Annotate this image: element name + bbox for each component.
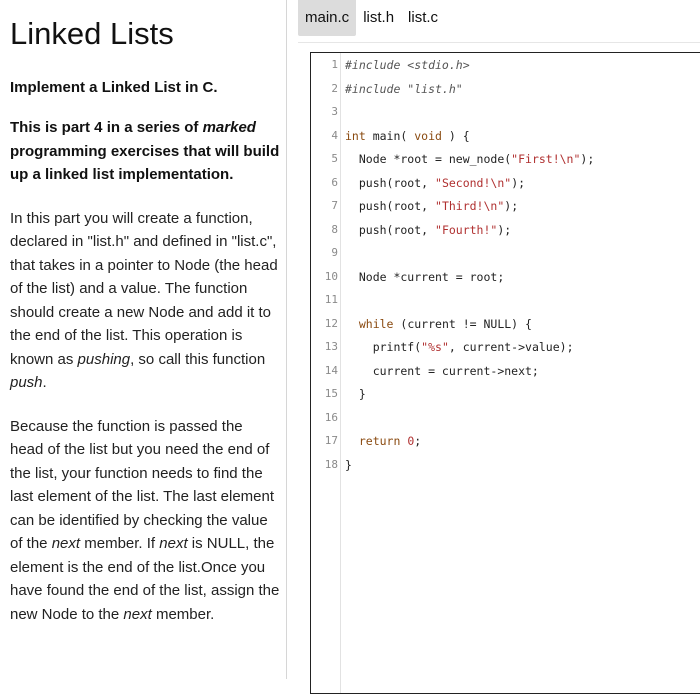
tab-main-c[interactable]: main.c	[298, 0, 357, 36]
intro-emphasis: marked	[202, 119, 256, 136]
line-number-gutter: 1 2 3 4 5 6 7 8 9 10 11 12 13 14 15 16 17 18	[311, 53, 341, 693]
code-token: );	[511, 175, 526, 190]
line-number: 5	[331, 152, 338, 165]
code-line: Node *root = new_node("First!\n");	[345, 152, 594, 166]
code-line: }	[345, 387, 366, 401]
code-token: return	[358, 434, 401, 448]
code-token: "Third!\n"	[435, 199, 505, 213]
code-token: );	[497, 222, 512, 237]
line-number: 18	[324, 457, 338, 471]
line-number: 17	[324, 434, 338, 447]
code-line: return 0;	[345, 434, 421, 448]
code-line: #include "list.h"	[345, 82, 463, 96]
code-line: push(root, "Fourth!");	[345, 223, 511, 237]
line-number: 10	[324, 269, 338, 283]
line-number: 15	[324, 387, 338, 400]
p1-text-e: .	[42, 374, 47, 391]
code-editor[interactable]: 1 2 3 4 5 6 7 8 9 10 11 12 13 14 15 16 17 18 #include <st…	[310, 52, 700, 694]
code-line: Node *current = root;	[345, 270, 504, 284]
p2-emphasis-next-1: next	[51, 535, 81, 552]
code-token: push(root,	[345, 175, 436, 190]
line-number: 1	[331, 58, 338, 71]
line-number: 9	[331, 246, 338, 259]
line-number: 7	[331, 199, 338, 212]
code-token: void	[414, 128, 442, 143]
code-token: , current->value);	[448, 340, 574, 354]
p1-emphasis-push: push	[10, 374, 43, 391]
p1-emphasis-pushing: pushing	[77, 350, 131, 368]
line-number: 11	[324, 293, 338, 306]
code-token: "First!\n"	[511, 152, 581, 166]
code-line: int main( void ) {	[345, 129, 470, 143]
p1-text-c: , so call this function	[130, 350, 266, 368]
code-token: "%s"	[421, 340, 449, 354]
line-number: 8	[331, 222, 338, 236]
code-token: }	[345, 387, 366, 401]
code-token: printf(	[345, 340, 422, 354]
tab-list-c[interactable]: list.c	[401, 0, 445, 36]
p2-emphasis-next-2: next	[159, 535, 188, 552]
code-token: int	[345, 128, 366, 143]
code-line: printf("%s", current->value);	[345, 340, 574, 354]
editor-panel: main.c list.h list.c 1 2 3 4 5 6 7 8 9 10 11 12 13 14…	[288, 0, 700, 694]
code-line: while (current != NULL) {	[345, 317, 532, 331]
tab-divider	[298, 42, 700, 43]
code-token: ) {	[441, 128, 470, 143]
subtitle: Implement a Linked List in C.	[10, 79, 218, 96]
code-token: #include "list.h"	[345, 81, 463, 96]
code-token: }	[345, 457, 352, 472]
code-line: #include <stdio.h>	[345, 58, 470, 72]
tab-list-h[interactable]: list.h	[356, 0, 401, 36]
code-token: (current != NULL) {	[393, 316, 532, 331]
code-token: current = current->next;	[345, 363, 539, 378]
code-token: Node *root = new_node(	[345, 152, 512, 166]
code-token: push(root,	[345, 199, 436, 213]
code-token: );	[504, 199, 519, 213]
description-paragraph-1: In this part you will create a function,…	[10, 207, 280, 395]
line-number: 13	[324, 340, 338, 353]
page-title: Linked Lists	[10, 16, 174, 51]
code-token: ;	[414, 434, 422, 448]
code-token: Node *current = root;	[345, 269, 505, 284]
code-token: #include <stdio.h>	[345, 58, 470, 72]
line-number: 2	[331, 81, 338, 95]
code-line: push(root, "Second!\n");	[345, 176, 525, 190]
file-tabs: main.c list.h list.c	[298, 0, 445, 36]
code-line: }	[345, 458, 352, 472]
line-number: 14	[324, 363, 338, 377]
intro-text-a: This is part 4 in a series of	[10, 119, 203, 136]
line-number: 12	[324, 316, 338, 330]
p2-text-a: Because the function is passed the head …	[10, 417, 275, 553]
line-number: 6	[331, 175, 338, 189]
intro-text-c: programming exercises that will build up…	[10, 142, 280, 184]
code-token: "Second!\n"	[435, 175, 512, 190]
code-line: push(root, "Third!\n");	[345, 199, 518, 213]
code-line: current = current->next;	[345, 364, 539, 378]
instructions-panel: Linked Lists Implement a Linked List in …	[0, 0, 287, 679]
p2-text-c: member. If	[80, 535, 160, 552]
line-number: 4	[331, 128, 338, 142]
p2-emphasis-next-3: next	[123, 605, 152, 623]
p1-text-a: In this part you will create a function,…	[10, 209, 278, 368]
code-token: );	[580, 152, 595, 166]
code-token: push(root,	[345, 222, 436, 237]
line-number: 3	[331, 105, 338, 118]
code-token: while	[358, 316, 394, 331]
p2-text-g: member.	[151, 605, 215, 623]
intro-paragraph: This is part 4 in a series of marked pro…	[10, 116, 280, 187]
description-paragraph-2: Because the function is passed the head …	[10, 415, 280, 627]
code-token: main(	[365, 128, 415, 143]
line-number: 16	[324, 410, 338, 424]
code-token: "Fourth!"	[435, 222, 498, 237]
